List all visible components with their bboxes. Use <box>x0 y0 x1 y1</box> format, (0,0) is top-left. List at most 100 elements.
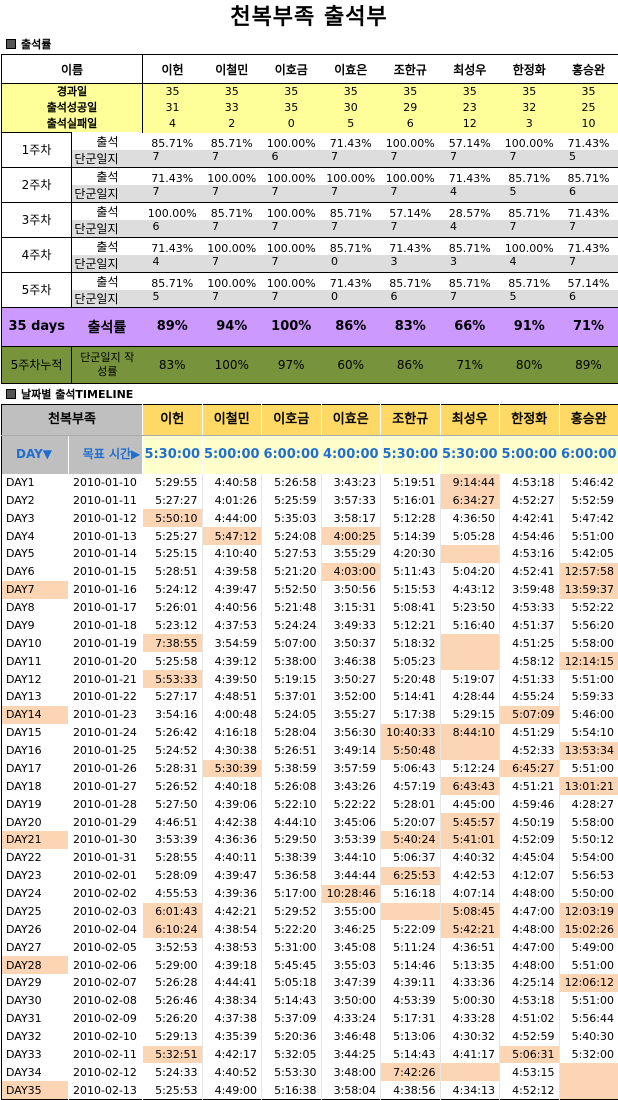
date-cell: 2010-02-09 <box>69 1010 143 1028</box>
week-log-value: 3 <box>381 255 441 273</box>
day-label: DAY32 <box>2 1028 69 1046</box>
week-log-value: 7 <box>202 150 262 168</box>
time-cell: 4:39:47 <box>202 867 262 885</box>
time-cell: 4:49:00 <box>202 1081 262 1099</box>
summary-value: 35 <box>143 84 203 101</box>
member-name: 조한규 <box>381 404 441 435</box>
total-value: 94% <box>202 307 262 346</box>
time-cell: 5:11:24 <box>381 938 441 956</box>
week-att-value: 100.00% <box>262 167 322 185</box>
week-att-value: 85.71% <box>500 167 560 185</box>
time-cell: 5:28:51 <box>143 563 203 581</box>
week-log-row: 단군일지57706756 <box>2 290 618 308</box>
week-log-value: 7 <box>262 220 322 238</box>
summary-row: 출석실패일4205612310 <box>2 116 618 133</box>
day-sort-header[interactable]: DAY▼ <box>2 435 69 474</box>
time-cell: 5:35:03 <box>262 509 322 527</box>
time-cell: 5:12:28 <box>381 509 441 527</box>
time-cell: 5:47:12 <box>202 527 262 545</box>
date-cell: 2010-01-26 <box>69 760 143 778</box>
time-cell: 5:52:59 <box>559 491 618 509</box>
date-cell: 2010-02-07 <box>69 974 143 992</box>
member-name: 한정화 <box>500 55 560 84</box>
time-cell: 4:51:33 <box>500 670 560 688</box>
cumulative-value: 83% <box>143 346 203 383</box>
date-cell: 2010-02-01 <box>69 867 143 885</box>
week-att-label: 출석 <box>72 202 143 220</box>
time-cell: 5:29:50 <box>262 831 322 849</box>
time-cell: 5:27:50 <box>143 795 203 813</box>
week-att-value: 85.71% <box>440 237 500 255</box>
time-cell: 5:25:27 <box>143 527 203 545</box>
week-log-label: 단군일지 <box>72 150 143 168</box>
day-label: DAY23 <box>2 867 69 885</box>
time-cell: 3:49:14 <box>321 742 381 760</box>
time-cell: 5:19:51 <box>381 474 441 492</box>
time-cell: 5:13:06 <box>381 1028 441 1046</box>
group-label: 천복부족 <box>2 404 143 435</box>
time-cell: 5:23:50 <box>440 599 500 617</box>
timeline-row: DAY52010-01-145:25:154:10:405:27:533:55:… <box>2 545 618 563</box>
time-cell: 3:47:39 <box>321 974 381 992</box>
time-cell: 3:55:00 <box>321 903 381 921</box>
summary-value: 6 <box>381 116 441 133</box>
page-title: 천복부족 출석부 <box>0 0 618 36</box>
member-name: 이효은 <box>321 404 381 435</box>
timeline-row: DAY212010-01-303:53:394:36:365:29:503:53… <box>2 831 618 849</box>
time-cell: 4:10:40 <box>202 545 262 563</box>
cumulative-value: 100% <box>202 346 262 383</box>
week-att-value: 57.14% <box>559 272 618 290</box>
timeline-row: DAY112010-01-205:25:584:39:125:38:003:46… <box>2 652 618 670</box>
time-cell: 4:45:00 <box>440 795 500 813</box>
time-cell: 4:42:21 <box>202 903 262 921</box>
week-log-value: 6 <box>559 290 618 308</box>
time-cell: 4:38:53 <box>202 938 262 956</box>
timeline-row: DAY262010-02-046:10:244:38:545:22:203:46… <box>2 920 618 938</box>
time-cell: 5:04:20 <box>440 563 500 581</box>
week-att-value: 85.71% <box>440 272 500 290</box>
time-cell: 5:24:52 <box>143 742 203 760</box>
time-cell: 4:03:00 <box>321 563 381 581</box>
time-cell: 4:52:12 <box>500 1081 560 1099</box>
time-cell: 4:44:00 <box>202 509 262 527</box>
date-cell: 2010-01-19 <box>69 634 143 652</box>
date-cell: 2010-02-06 <box>69 956 143 974</box>
summary-value: 30 <box>321 100 381 116</box>
date-cell: 2010-01-15 <box>69 563 143 581</box>
week-att-value: 71.43% <box>559 237 618 255</box>
week-attendance-row: 5주차출석85.71%100.00%100.00%71.43%85.71%85.… <box>2 272 618 290</box>
week-log-value: 0 <box>321 290 381 308</box>
timeline-row: DAY182010-01-275:26:524:40:185:26:083:43… <box>2 777 618 795</box>
timeline-row: DAY322010-02-105:29:134:35:395:20:363:46… <box>2 1028 618 1046</box>
time-cell: 3:50:27 <box>321 670 381 688</box>
time-cell: 4:51:29 <box>500 724 560 742</box>
time-cell: 5:45:45 <box>262 956 322 974</box>
time-cell: 4:16:18 <box>202 724 262 742</box>
time-cell: 3:57:59 <box>321 760 381 778</box>
time-cell: 4:52:41 <box>500 563 560 581</box>
day-label: DAY33 <box>2 1046 69 1064</box>
time-cell: 13:53:34 <box>559 742 618 760</box>
time-cell: 4:12:07 <box>500 867 560 885</box>
time-cell: 5:20:48 <box>381 670 441 688</box>
time-cell: 4:25:14 <box>500 974 560 992</box>
time-cell: 3:15:31 <box>321 599 381 617</box>
day-label: DAY29 <box>2 974 69 992</box>
section-title: 날짜별 출석TIMELINE <box>21 388 133 401</box>
time-cell: 5:29:15 <box>440 706 500 724</box>
time-cell: 5:26:28 <box>143 974 203 992</box>
week-label: 4주차 <box>2 237 72 272</box>
time-cell <box>559 1081 618 1099</box>
week-att-value: 100.00% <box>262 202 322 220</box>
time-cell: 5:46:00 <box>559 706 618 724</box>
timeline-row: DAY42010-01-135:25:275:47:125:24:084:00:… <box>2 527 618 545</box>
time-cell: 5:58:00 <box>559 634 618 652</box>
week-log-label: 단군일지 <box>72 220 143 238</box>
date-cell: 2010-02-04 <box>69 920 143 938</box>
time-cell: 4:38:34 <box>202 992 262 1010</box>
date-cell: 2010-02-11 <box>69 1046 143 1064</box>
time-cell: 3:43:26 <box>321 777 381 795</box>
time-cell: 3:54:59 <box>202 634 262 652</box>
date-cell: 2010-01-12 <box>69 509 143 527</box>
time-cell: 5:56:44 <box>559 1010 618 1028</box>
